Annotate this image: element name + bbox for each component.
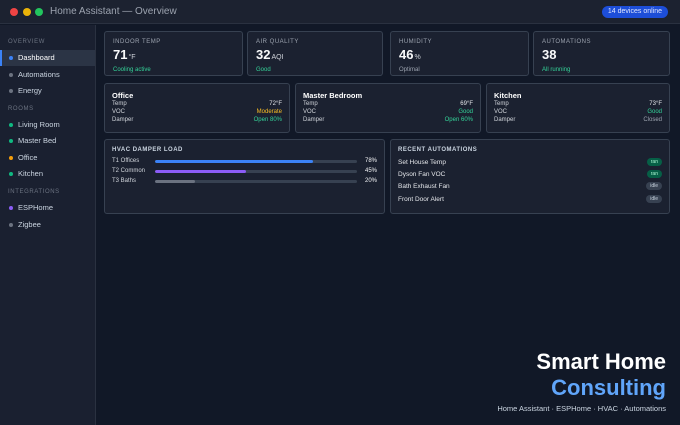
- close-window-button[interactable]: [10, 8, 18, 16]
- sidebar: OVERVIEW Dashboard Automations Energy RO…: [0, 25, 96, 425]
- stat-subtext: Cooling active: [113, 67, 151, 73]
- automation-row[interactable]: Front Door Alert idle: [398, 195, 662, 205]
- status-dot-icon: [9, 139, 13, 143]
- sidebar-item-master-bed[interactable]: Master Bed: [0, 133, 95, 149]
- sidebar-item-label: Master Bed: [18, 136, 57, 145]
- title-bar: Home Assistant — Overview 14 devices onl…: [0, 0, 680, 24]
- room-row: Damper Open 80%: [112, 117, 282, 123]
- room-title: Master Bedroom: [303, 91, 363, 100]
- minimize-window-button[interactable]: [23, 8, 31, 16]
- stat-subtext: Optimal: [399, 67, 420, 73]
- sidebar-item-kitchen[interactable]: Kitchen: [0, 166, 95, 182]
- sidebar-item-label: Dashboard: [18, 53, 55, 62]
- stat-subtext: All running: [542, 67, 571, 73]
- hvac-damper-load-panel: HVAC DAMPER LOAD T1 Offices 78% T2 Commo…: [104, 139, 385, 214]
- status-dot-icon: [9, 223, 13, 227]
- room-row: VOC Moderate: [112, 109, 282, 115]
- status-badge: ran: [646, 170, 662, 178]
- sidebar-item-energy[interactable]: Energy: [0, 83, 95, 99]
- damper-row: T2 Common 45%: [112, 168, 377, 174]
- progress-track: [155, 180, 357, 183]
- room-card-master-bedroom[interactable]: Master Bedroom Temp 69°F VOC Good Damper Op…: [295, 83, 481, 133]
- sidebar-section-integrations: INTEGRATIONS: [8, 189, 60, 195]
- room-row: Damper Open 60%: [303, 117, 473, 123]
- sidebar-item-living-room[interactable]: Living Room: [0, 117, 95, 133]
- room-row: VOC Good: [494, 109, 662, 115]
- window-title: Home Assistant — Overview: [50, 6, 177, 17]
- stat-label: INDOOR TEMP: [113, 39, 161, 45]
- stat-card-air-quality[interactable]: AIR QUALITY 32AQI Good: [247, 31, 383, 76]
- room-card-office[interactable]: Office Temp 72°F VOC Moderate Damper Open 8…: [104, 83, 290, 133]
- sidebar-item-esphome[interactable]: ESPHome: [0, 200, 95, 216]
- stat-value: 46%: [399, 47, 421, 62]
- room-title: Kitchen: [494, 91, 522, 100]
- brand-tagline: Home Assistant · ESPHome · HVAC · Automa…: [497, 404, 666, 413]
- status-dot-icon: [9, 89, 13, 93]
- stat-value: 32AQI: [256, 47, 284, 62]
- stat-label: HUMIDITY: [399, 39, 432, 45]
- room-row: Temp 72°F: [112, 101, 282, 107]
- sidebar-item-label: Energy: [18, 86, 42, 95]
- sidebar-item-zigbee[interactable]: Zigbee: [0, 217, 95, 233]
- sidebar-item-label: Living Room: [18, 120, 60, 129]
- status-dot-icon: [9, 206, 13, 210]
- progress-fill: [155, 180, 196, 183]
- progress-track: [155, 170, 357, 173]
- status-dot-icon: [9, 73, 13, 77]
- stat-value: 38: [542, 47, 557, 62]
- recent-automations-panel: RECENT AUTOMATIONS Set House Temp ran Dy…: [390, 139, 670, 214]
- stat-subtext: Good: [256, 67, 271, 73]
- sidebar-item-label: Zigbee: [18, 220, 41, 229]
- stat-label: AIR QUALITY: [256, 39, 299, 45]
- sidebar-item-label: Automations: [18, 70, 60, 79]
- panel-title: HVAC DAMPER LOAD: [112, 147, 183, 153]
- devices-online-badge: 14 devices online: [601, 6, 668, 18]
- sidebar-section-rooms: ROOMS: [8, 106, 34, 112]
- sidebar-item-dashboard[interactable]: Dashboard: [0, 50, 95, 66]
- room-row: VOC Good: [303, 109, 473, 115]
- room-row: Damper Closed: [494, 117, 662, 123]
- sidebar-item-label: Kitchen: [18, 169, 44, 178]
- progress-track: [155, 160, 357, 163]
- damper-row: T3 Baths 20%: [112, 178, 377, 184]
- brand-subtitle: Consulting: [551, 375, 666, 400]
- automation-row[interactable]: Dyson Fan VOC ran: [398, 170, 662, 180]
- status-badge: idle: [646, 195, 662, 203]
- sidebar-item-label: Office: [18, 153, 38, 162]
- panel-title: RECENT AUTOMATIONS: [398, 147, 478, 153]
- status-dot-icon: [9, 156, 13, 160]
- status-badge: idle: [646, 182, 662, 190]
- maximize-window-button[interactable]: [35, 8, 43, 16]
- damper-row: T1 Offices 78%: [112, 158, 377, 164]
- room-title: Office: [112, 91, 134, 100]
- stat-card-humidity[interactable]: HUMIDITY 46% Optimal: [390, 31, 529, 76]
- room-row: Temp 69°F: [303, 101, 473, 107]
- status-dot-icon: [9, 172, 13, 176]
- sidebar-section-overview: OVERVIEW: [8, 39, 46, 45]
- brand-title: Smart Home: [536, 349, 666, 374]
- status-dot-icon: [9, 123, 13, 127]
- sidebar-item-office[interactable]: Office: [0, 150, 95, 166]
- status-dot-icon: [9, 56, 13, 60]
- room-card-kitchen[interactable]: Kitchen Temp 73°F VOC Good Damper Closed: [486, 83, 670, 133]
- sidebar-item-label: ESPHome: [18, 203, 54, 212]
- room-row: Temp 73°F: [494, 101, 662, 107]
- automation-row[interactable]: Set House Temp ran: [398, 158, 662, 168]
- sidebar-item-automations[interactable]: Automations: [0, 67, 95, 83]
- stat-card-indoor-temp[interactable]: INDOOR TEMP 71°F Cooling active: [104, 31, 243, 76]
- progress-fill: [155, 160, 313, 163]
- stat-card-automations[interactable]: AUTOMATIONS 38 All running: [533, 31, 670, 76]
- progress-fill: [155, 170, 246, 173]
- stat-value: 71°F: [113, 47, 136, 62]
- automation-row[interactable]: Bath Exhaust Fan idle: [398, 182, 662, 192]
- stat-label: AUTOMATIONS: [542, 39, 591, 45]
- status-badge: ran: [646, 158, 662, 166]
